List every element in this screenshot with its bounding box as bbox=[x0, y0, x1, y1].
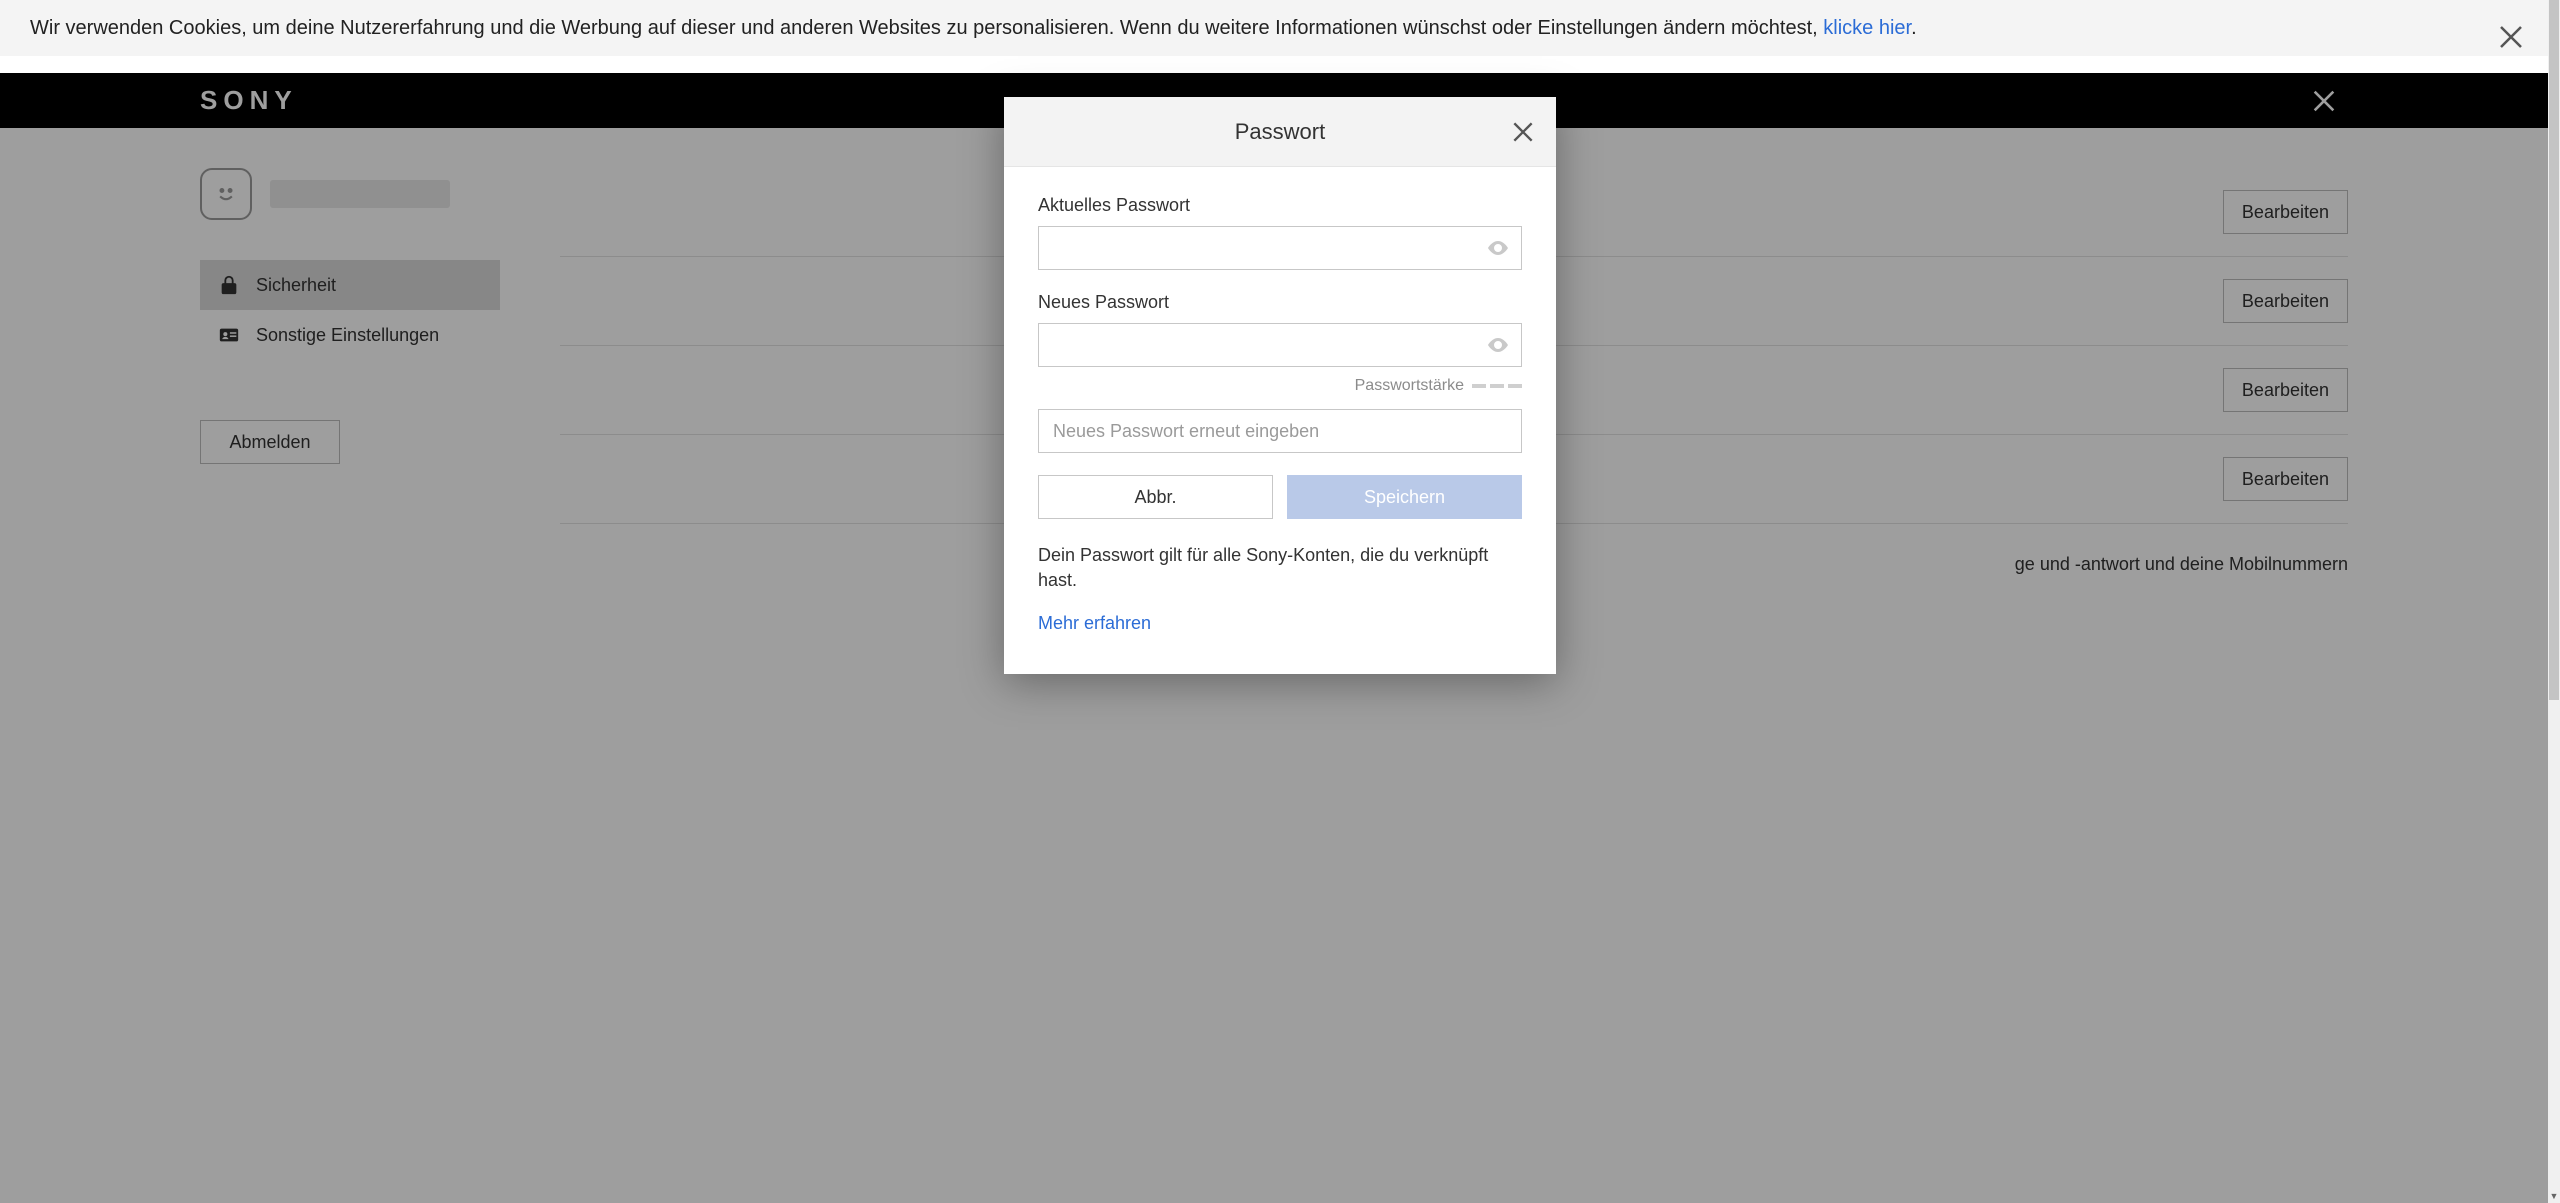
close-icon[interactable] bbox=[1510, 119, 1536, 145]
current-password-input[interactable] bbox=[1038, 226, 1522, 270]
password-note: Dein Passwort gilt für alle Sony-Konten,… bbox=[1038, 543, 1522, 593]
cookie-banner: Wir verwenden Cookies, um deine Nutzerer… bbox=[0, 0, 2548, 56]
password-strength-label: Passwortstärke bbox=[1355, 377, 1464, 395]
close-icon[interactable] bbox=[2496, 22, 2526, 52]
cookie-text: Wir verwenden Cookies, um deine Nutzerer… bbox=[30, 17, 1823, 39]
password-strength-indicator: Passwortstärke bbox=[1038, 377, 1522, 395]
eye-icon[interactable] bbox=[1486, 333, 1510, 357]
cookie-link[interactable]: klicke hier bbox=[1823, 17, 1911, 39]
new-password-input[interactable] bbox=[1038, 323, 1522, 367]
cancel-button[interactable]: Abbr. bbox=[1038, 475, 1273, 519]
learn-more-link[interactable]: Mehr erfahren bbox=[1038, 613, 1151, 633]
cookie-text-after: . bbox=[1911, 17, 1917, 39]
modal-title: Passwort bbox=[1235, 119, 1325, 145]
new-password-label: Neues Passwort bbox=[1038, 292, 1522, 313]
password-modal: Passwort Aktuelles Passwort Neues Passwo… bbox=[1004, 97, 1556, 674]
strength-bar bbox=[1508, 384, 1522, 388]
modal-header: Passwort bbox=[1004, 97, 1556, 167]
confirm-password-input[interactable] bbox=[1038, 409, 1522, 453]
current-password-label: Aktuelles Passwort bbox=[1038, 195, 1522, 216]
strength-bar bbox=[1490, 384, 1504, 388]
scrollbar-thumb[interactable] bbox=[2549, 0, 2559, 700]
save-button[interactable]: Speichern bbox=[1287, 475, 1522, 519]
scrollbar-down-arrow[interactable]: ▼ bbox=[2548, 1189, 2560, 1203]
strength-bar bbox=[1472, 384, 1486, 388]
eye-icon[interactable] bbox=[1486, 236, 1510, 260]
vertical-scrollbar[interactable]: ▼ bbox=[2548, 0, 2560, 1203]
